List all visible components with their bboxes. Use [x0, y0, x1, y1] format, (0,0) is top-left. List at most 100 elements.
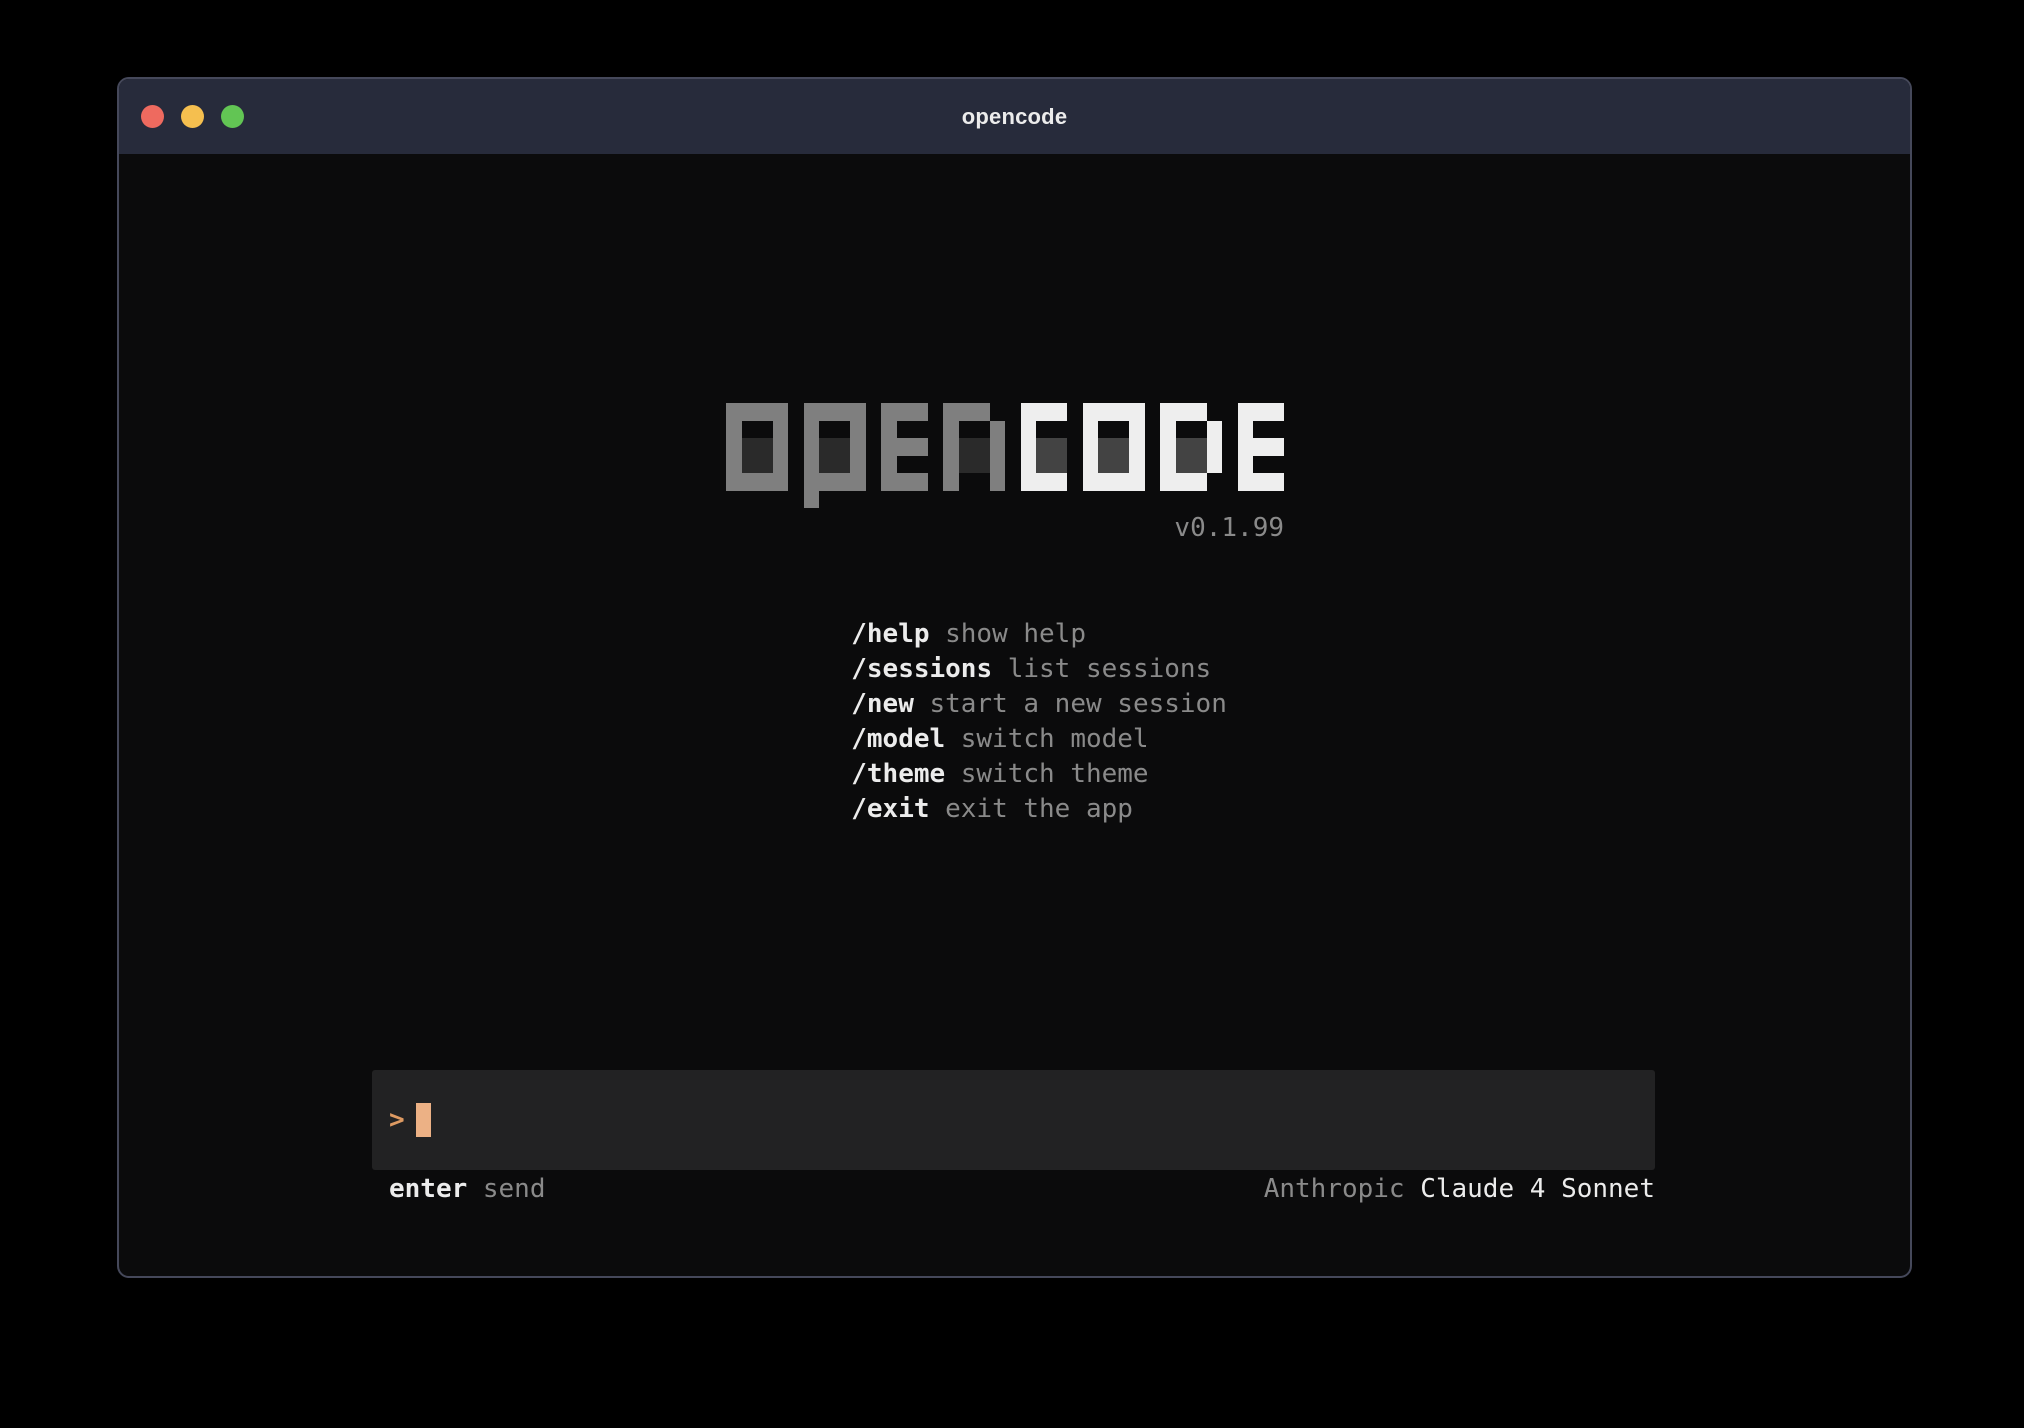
logo-pixel: [881, 403, 897, 421]
command-description: list sessions: [1008, 654, 1212, 684]
logo-pixel: [1114, 403, 1130, 421]
logo-pixel: [1052, 438, 1068, 456]
logo-pixel: [1114, 456, 1130, 474]
logo-pixel: [757, 456, 773, 474]
logo-pixel: [1036, 438, 1052, 456]
logo-pixel: [1052, 403, 1068, 421]
logo-pixel: [897, 438, 913, 456]
logo-pixel: [1176, 403, 1192, 421]
logo-pixel: [1083, 473, 1099, 491]
logo-pixel: [1207, 421, 1223, 439]
prompt-symbol: >: [389, 1105, 405, 1135]
logo-pixel: [1052, 456, 1068, 474]
logo-pixel: [804, 421, 820, 439]
logo-pixel: [742, 403, 758, 421]
command-name: /model: [851, 724, 945, 754]
hint-action: send: [483, 1174, 546, 1204]
logo-pixel: [1098, 473, 1114, 491]
logo-pixel: [804, 473, 820, 491]
logo-pixel: [881, 456, 897, 474]
hint-key: enter: [389, 1174, 467, 1204]
logo-letter-o: [726, 403, 788, 491]
logo-pixel: [959, 438, 975, 456]
status-bar: enter send AnthropicClaude 4 Sonnet: [372, 1174, 1655, 1204]
minimize-button[interactable]: [181, 105, 204, 128]
close-button[interactable]: [141, 105, 164, 128]
logo-pixel: [1269, 403, 1285, 421]
logo-pixel: [1160, 403, 1176, 421]
logo-pixel: [990, 456, 1006, 474]
logo-pixel: [1021, 421, 1037, 439]
logo-pixel: [1253, 403, 1269, 421]
model-name: Claude 4 Sonnet: [1420, 1174, 1655, 1204]
logo-pixel: [1083, 438, 1099, 456]
logo-letter-e: [1238, 403, 1285, 491]
command-description: start a new session: [929, 689, 1226, 719]
logo-letter-p: [804, 403, 866, 508]
logo-pixel: [850, 456, 866, 474]
logo-pixel: [1098, 403, 1114, 421]
logo-pixel: [974, 403, 990, 421]
desktop-background: opencode v0.1.99 /helpshow help /session…: [0, 0, 2024, 1428]
logo-pixel: [1021, 456, 1037, 474]
command-description: switch theme: [961, 759, 1149, 789]
logo-letter-d: [1160, 403, 1222, 491]
logo-pixel: [757, 403, 773, 421]
logo-pixel: [773, 456, 789, 474]
logo-pixel: [912, 403, 928, 421]
logo-pixel: [1207, 438, 1223, 456]
logo-pixel: [1083, 421, 1099, 439]
logo-pixel: [773, 403, 789, 421]
logo-pixel: [974, 456, 990, 474]
command-name: /help: [851, 619, 929, 649]
logo-pixel: [1098, 456, 1114, 474]
logo-pixel: [835, 438, 851, 456]
logo-pixel: [773, 438, 789, 456]
logo-pixel: [850, 421, 866, 439]
logo-pixel: [943, 473, 959, 491]
logo-pixel: [819, 403, 835, 421]
logo-pixel: [850, 403, 866, 421]
message-input[interactable]: >: [372, 1070, 1655, 1170]
logo-pixel: [1021, 473, 1037, 491]
logo-pixel: [990, 421, 1006, 439]
logo-pixel: [757, 438, 773, 456]
logo-pixel: [1238, 438, 1254, 456]
logo-pixel: [1098, 438, 1114, 456]
keyboard-hint: enter send: [389, 1174, 546, 1204]
logo-pixel: [804, 438, 820, 456]
command-name: /theme: [851, 759, 945, 789]
window-title: opencode: [962, 104, 1068, 130]
logo-pixel: [1036, 456, 1052, 474]
logo-pixel: [1176, 473, 1192, 491]
logo-pixel: [773, 473, 789, 491]
logo-pixel: [804, 491, 820, 509]
logo-pixel: [819, 473, 835, 491]
logo-pixel: [974, 438, 990, 456]
logo-pixel: [1160, 473, 1176, 491]
command-name: /sessions: [851, 654, 992, 684]
logo-pixel: [804, 456, 820, 474]
logo-pixel: [1253, 438, 1269, 456]
logo-pixel: [742, 438, 758, 456]
logo-pixel: [1238, 456, 1254, 474]
logo-pixel: [881, 438, 897, 456]
logo-pixel: [943, 456, 959, 474]
logo-pixel: [1129, 456, 1145, 474]
logo-pixel: [1036, 473, 1052, 491]
command-name: /new: [851, 689, 914, 719]
zoom-button[interactable]: [221, 105, 244, 128]
logo-pixel: [726, 403, 742, 421]
command-list: /helpshow help /sessionslist sessions /n…: [726, 582, 1227, 792]
logo-pixel: [804, 403, 820, 421]
logo-pixel: [835, 473, 851, 491]
logo-pixel: [742, 456, 758, 474]
logo-pixel: [990, 473, 1006, 491]
logo-pixel: [1191, 438, 1207, 456]
logo-pixel: [1191, 456, 1207, 474]
model-indicator: AnthropicClaude 4 Sonnet: [1264, 1174, 1655, 1204]
command-description: exit the app: [945, 794, 1133, 824]
logo-pixel: [1253, 473, 1269, 491]
logo-pixel: [773, 421, 789, 439]
logo-pixel: [819, 456, 835, 474]
